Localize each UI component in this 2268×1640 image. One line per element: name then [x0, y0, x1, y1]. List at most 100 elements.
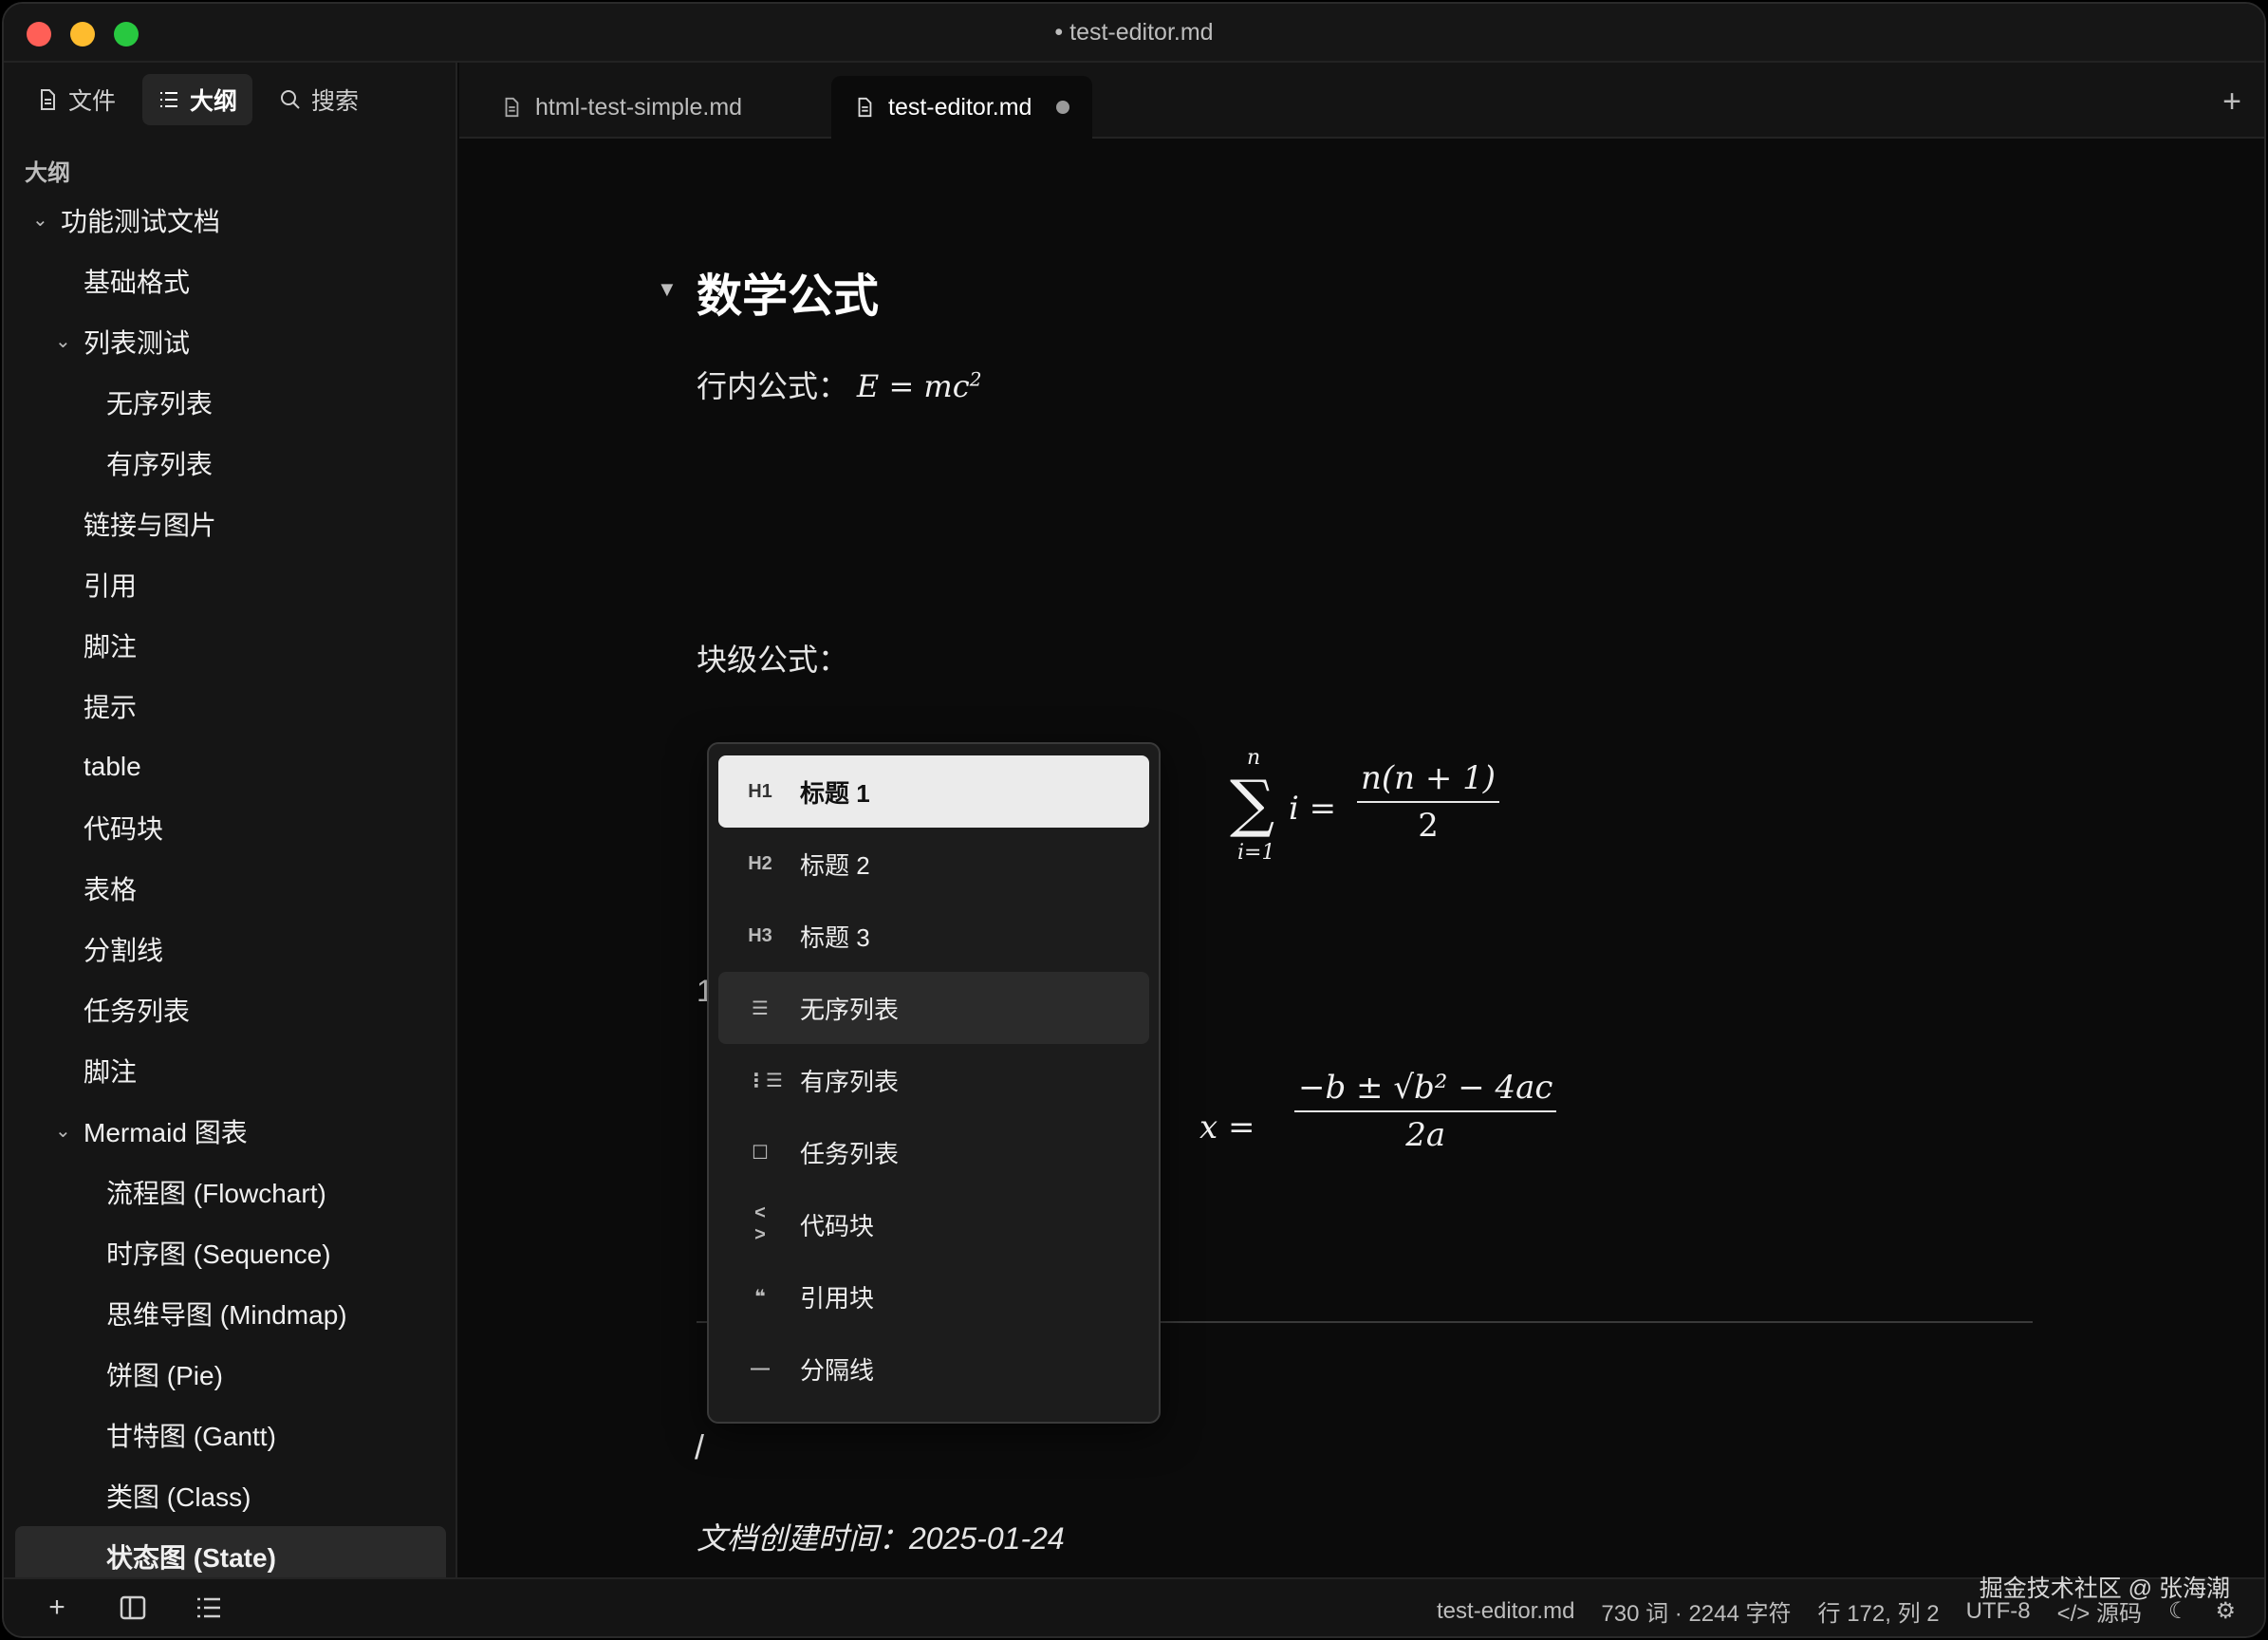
slash-command-menu: H1 标题 1 H2 标题 2 H3 标题 3 ☰ 无序列表 ⋮☰ 有序列表 ☐ 任务列表 < > 代码块… [707, 742, 1161, 1424]
watermark: 掘金技术社区 @ 张海潮 [1979, 1575, 2230, 1602]
outline-item[interactable]: 有序列表 [15, 433, 446, 494]
app-window: • test-editor.md 文件 大纲 搜索 大纲 ⌄ 功能测试文档 基础格式… [2, 2, 2266, 1638]
sidebar-icon [120, 1595, 146, 1620]
outline-item[interactable]: table [15, 736, 446, 797]
fold-triangle-icon[interactable]: ▼ [657, 277, 678, 302]
list-icon [160, 92, 178, 107]
quadratic-fraction: −b ± √b² − 4ac 2a [1294, 1069, 1557, 1154]
tab-files-label: 文件 [68, 88, 117, 115]
status-bar: + test-editor.md 730 词 · 2244 字符 行 172, … [4, 1577, 2264, 1636]
outline-item-label: 时序图 (Sequence) [106, 1239, 331, 1269]
inline-formula-paragraph: 行内公式： E = mc2 [697, 363, 981, 406]
outline-item-label: 表格 [84, 875, 138, 904]
outline-item[interactable]: ⌄ 列表测试 [15, 311, 446, 372]
outline-item[interactable]: 任务列表 [15, 979, 446, 1040]
menu-item-heading2[interactable]: H2 标题 2 [718, 828, 1149, 900]
outline-item[interactable]: 流程图 (Flowchart) [15, 1162, 446, 1222]
outline-item[interactable]: 脚注 [15, 615, 446, 676]
outline-header: 大纲 [25, 160, 70, 186]
menu-item-task-list[interactable]: ☐ 任务列表 [718, 1116, 1149, 1188]
toggle-outline-button[interactable] [194, 1593, 224, 1623]
outline-item[interactable]: 时序图 (Sequence) [15, 1222, 446, 1283]
tab-outline[interactable]: 大纲 [142, 74, 253, 125]
outline-item[interactable]: 脚注 [15, 1040, 446, 1101]
chevron-down-icon[interactable]: ⌄ [55, 1121, 76, 1142]
status-cursor: 行 172, 列 2 [1817, 1601, 1940, 1627]
outline-item-label: 流程图 (Flowchart) [106, 1179, 326, 1208]
tab-label: test-editor.md [888, 93, 1032, 121]
menu-item-label: 引用块 [800, 1283, 875, 1313]
quadratic-formula: x = −b ± √b² − 4ac 2a [1199, 1069, 1598, 1183]
outline-item[interactable]: 引用 [15, 554, 446, 615]
outline-item[interactable]: 表格 [15, 858, 446, 919]
outline-item[interactable]: 链接与图片 [15, 494, 446, 554]
outline-item[interactable]: 类图 (Class) [15, 1465, 446, 1526]
tab-search[interactable]: 搜索 [264, 74, 374, 125]
outline-item[interactable]: ⌄ Mermaid 图表 [15, 1101, 446, 1162]
code-icon: < > [754, 1202, 766, 1245]
outline-item[interactable]: 思维导图 (Mindmap) [15, 1283, 446, 1344]
outline-item[interactable]: ⌄ 功能测试文档 [15, 190, 446, 251]
menu-item-bullet-list[interactable]: ☰ 无序列表 [718, 972, 1149, 1044]
title-bar: • test-editor.md [4, 4, 2264, 63]
menu-item-label: 任务列表 [800, 1139, 900, 1168]
toggle-sidebar-button[interactable] [118, 1593, 148, 1623]
ordered-list-icon: ⋮☰ [747, 1070, 783, 1091]
menu-item-divider[interactable]: — 分隔线 [718, 1332, 1149, 1405]
outline-item-label: 提示 [84, 693, 138, 722]
menu-item-label: 分隔线 [800, 1355, 875, 1385]
document-icon [858, 97, 872, 118]
chevron-down-icon[interactable]: ⌄ [55, 331, 76, 352]
unsaved-dot-icon[interactable] [1056, 101, 1070, 114]
status-file: test-editor.md [1437, 1597, 1575, 1624]
tab-html-test-simple[interactable]: html-test-simple.md [478, 76, 765, 139]
outline-item[interactable]: 无序列表 [15, 372, 446, 433]
menu-item-ordered-list[interactable]: ⋮☰ 有序列表 [718, 1044, 1149, 1116]
new-tab-button[interactable]: + [2222, 84, 2241, 121]
inline-formula-label: 行内公式： [697, 369, 849, 403]
outline-item-label: 列表测试 [84, 328, 191, 358]
tab-test-editor[interactable]: test-editor.md [831, 76, 1093, 139]
outline-item-label: Mermaid 图表 [84, 1118, 248, 1147]
chevron-down-icon[interactable]: ⌄ [32, 210, 53, 231]
add-button[interactable]: + [42, 1592, 72, 1623]
outline-item-label: 代码块 [84, 814, 164, 844]
menu-item-label: 标题 3 [800, 922, 870, 952]
slash-command-text[interactable]: / [695, 1427, 704, 1467]
outline-item[interactable]: 提示 [15, 676, 446, 736]
outline-item-label: 饼图 (Pie) [106, 1361, 223, 1390]
outline-list-icon [197, 1597, 220, 1618]
sum-fraction: n(n + 1) 2 [1357, 759, 1500, 845]
status-counts: 730 词 · 2244 字符 [1601, 1601, 1792, 1627]
outline-item-label: table [84, 752, 141, 781]
menu-item-code[interactable]: < > 代码块 [718, 1188, 1149, 1260]
outline-tree: ⌄ 功能测试文档 基础格式 ⌄ 列表测试 无序列表 有序列表 链接与图片 引用 脚注 提示 table… [15, 190, 446, 1587]
inline-formula: E = mc2 [856, 367, 982, 404]
sum-formula: n ∑ i=1 i = n(n + 1) 2 [1230, 746, 1534, 879]
outline-item[interactable]: 代码块 [15, 797, 446, 858]
menu-item-heading3[interactable]: H3 标题 3 [718, 900, 1149, 972]
outline-item-label: 脚注 [84, 1057, 138, 1087]
menu-item-label: 有序列表 [800, 1067, 900, 1096]
heading1-icon: H1 [748, 780, 772, 802]
created-date: 文档创建时间：2025-01-24 [697, 1521, 1065, 1556]
search-icon [281, 90, 300, 109]
outline-item[interactable]: 基础格式 [15, 251, 446, 311]
tab-label: html-test-simple.md [535, 93, 743, 121]
outline-item[interactable]: 饼图 (Pie) [15, 1344, 446, 1405]
editor-tab-bar: html-test-simple.md test-editor.md + [459, 63, 2264, 139]
outline-item-label: 类图 (Class) [106, 1482, 251, 1512]
menu-item-label: 标题 2 [800, 850, 870, 880]
file-icon [41, 89, 55, 110]
menu-item-heading1[interactable]: H1 标题 1 [718, 755, 1149, 828]
outline-item-label: 甘特图 (Gantt) [106, 1422, 276, 1451]
outline-item-label: 有序列表 [106, 450, 214, 479]
outline-item[interactable]: 分割线 [15, 919, 446, 979]
outline-item-label: 引用 [84, 571, 138, 601]
outline-item[interactable]: 甘特图 (Gantt) [15, 1405, 446, 1465]
menu-item-quote[interactable]: ❝ 引用块 [718, 1260, 1149, 1332]
window-title: • test-editor.md [1054, 19, 1214, 46]
tab-files[interactable]: 文件 [21, 74, 131, 125]
heading3-icon: H3 [748, 924, 772, 946]
tab-search-label: 搜索 [311, 88, 360, 115]
